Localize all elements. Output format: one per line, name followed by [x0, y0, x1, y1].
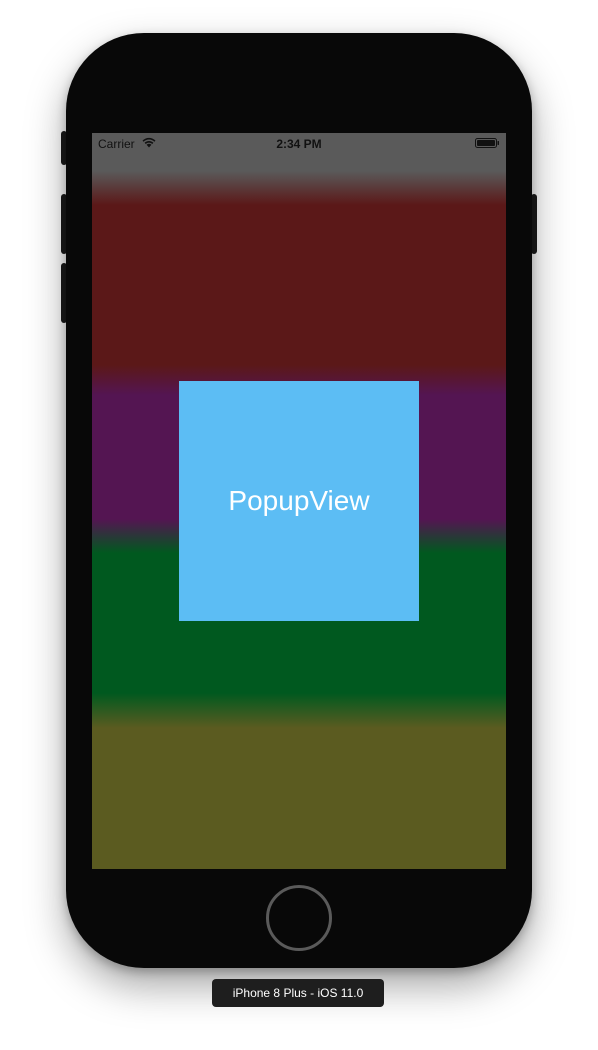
simulator-stage: Carrier 2:34 PM PopupView iPhone 8 Plus …: [0, 0, 598, 1050]
popup-view[interactable]: PopupView: [179, 381, 419, 621]
home-button[interactable]: [266, 885, 332, 951]
status-time: 2:34 PM: [276, 137, 322, 151]
status-bar: Carrier 2:34 PM: [92, 133, 506, 153]
popup-label: PopupView: [228, 485, 370, 516]
device-screen[interactable]: Carrier 2:34 PM PopupView: [92, 133, 506, 869]
device-label: iPhone 8 Plus - iOS 11.0: [212, 979, 384, 1007]
battery-icon: [475, 138, 499, 148]
